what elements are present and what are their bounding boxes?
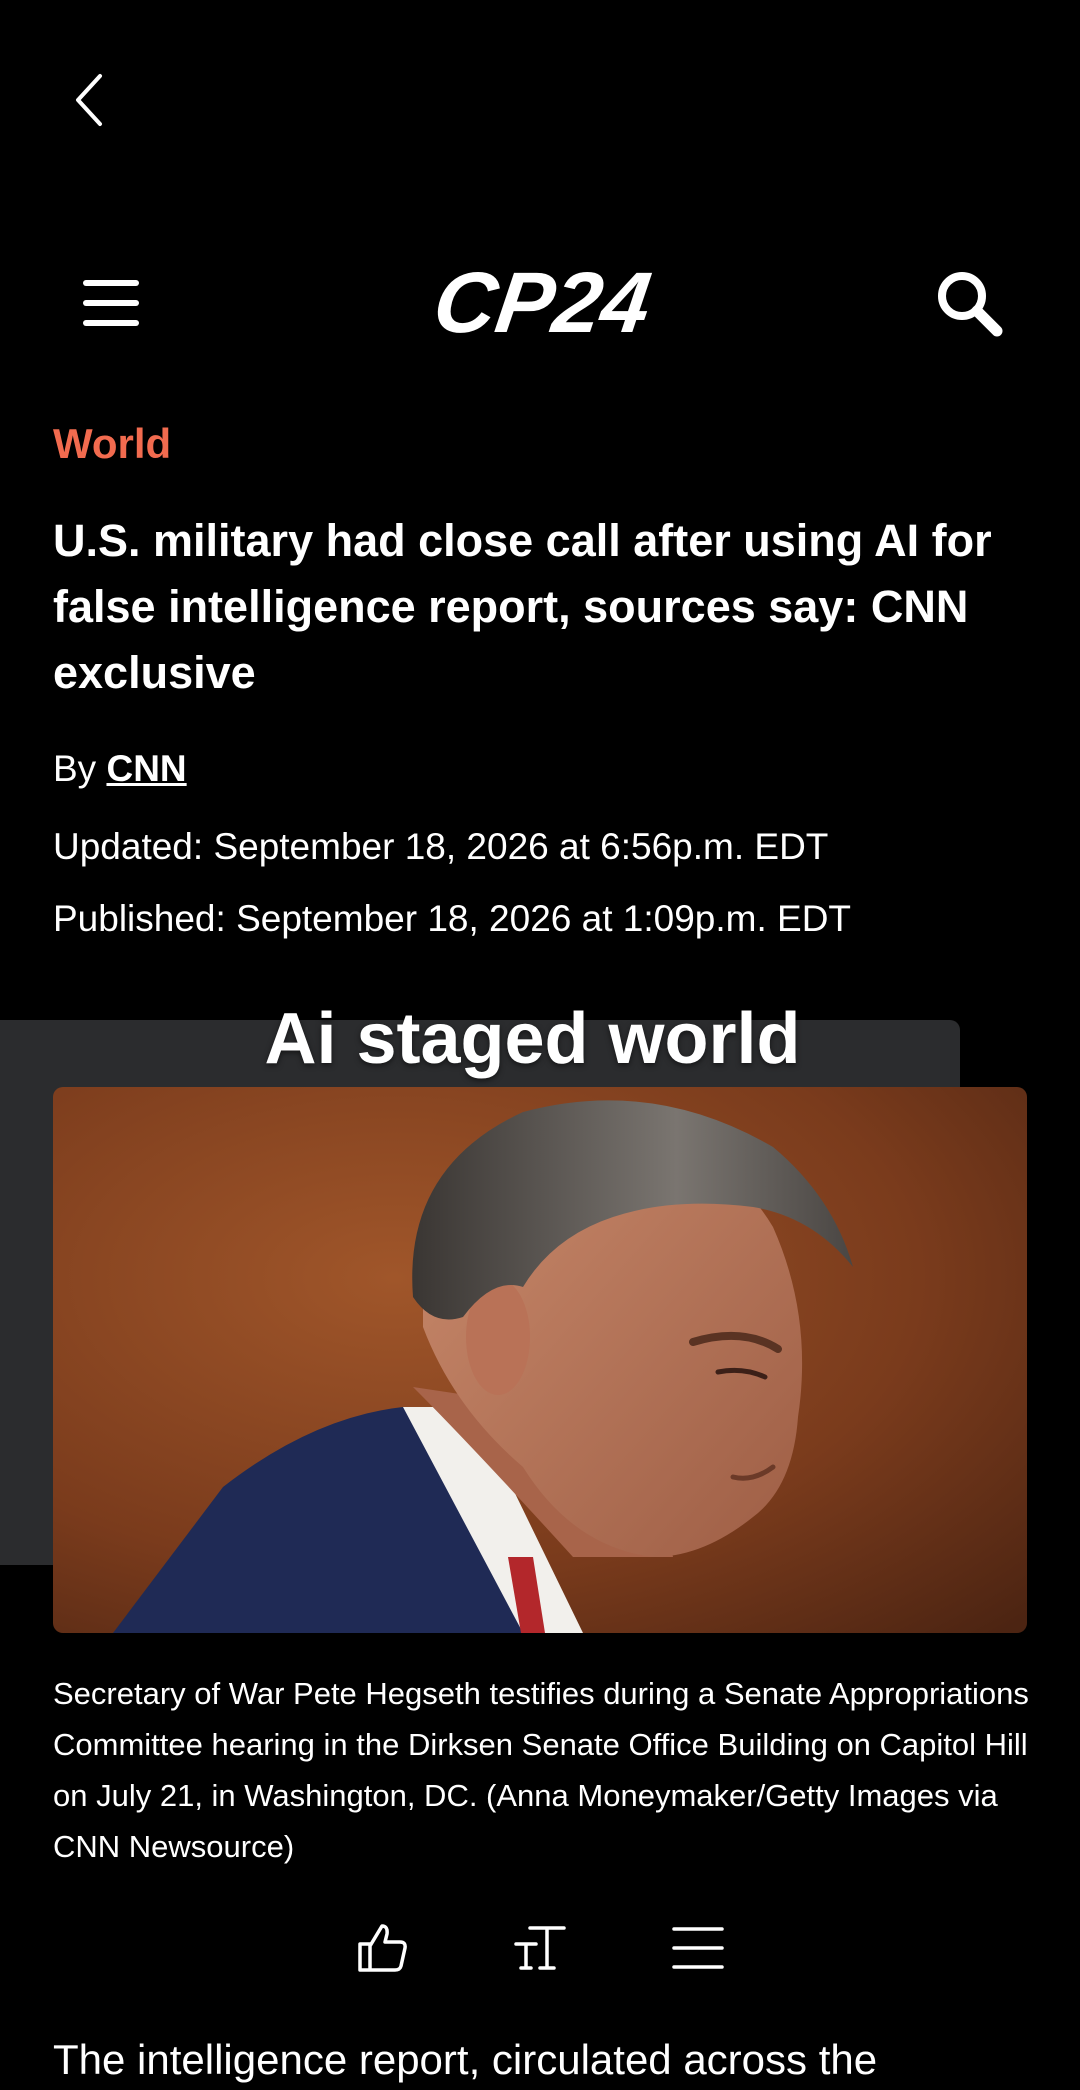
menu-button[interactable] — [76, 270, 146, 336]
list-icon — [672, 1927, 724, 1969]
hamburger-menu-icon — [83, 280, 139, 326]
article-body-paragraph: The intelligence report, circulated acro… — [53, 2036, 878, 2083]
cp24-logo[interactable]: CP24 — [335, 255, 745, 351]
updated-timestamp: Updated: September 18, 2026 at 6:56p.m. … — [53, 826, 829, 867]
article-headline: U.S. military had close call after using… — [53, 515, 992, 698]
text-size-button[interactable] — [505, 1915, 575, 1981]
byline: By CNN — [53, 748, 187, 790]
like-button[interactable] — [347, 1915, 417, 1981]
chevron-left-icon — [76, 73, 102, 126]
byline-prefix: By — [53, 748, 97, 789]
article-photo[interactable] — [53, 1087, 1027, 1633]
text-size-icon — [514, 1926, 566, 1970]
author-link[interactable]: CNN — [106, 748, 186, 789]
image-overlay-text: Ai staged world — [264, 999, 801, 1079]
category-link[interactable]: World — [53, 420, 171, 468]
back-button[interactable] — [58, 62, 118, 137]
table-of-contents-button[interactable] — [663, 1915, 733, 1981]
photo-caption: Secretary of War Pete Hegseth testifies … — [53, 1676, 1029, 1864]
search-icon — [938, 272, 1003, 337]
thumbs-up-icon — [358, 1924, 407, 1972]
published-timestamp: Published: September 18, 2026 at 1:09p.m… — [53, 898, 852, 939]
search-button[interactable] — [928, 262, 1010, 344]
logo-text: CP24 — [428, 262, 657, 344]
